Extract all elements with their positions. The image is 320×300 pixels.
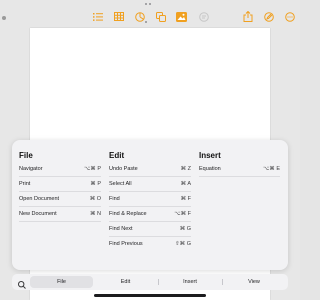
shortcut-label: New Document bbox=[19, 211, 57, 217]
insert-column: Insert Equation ⌥⌘ E bbox=[199, 150, 280, 177]
shortcut-row[interactable]: Select All ⌘ A bbox=[109, 177, 191, 192]
shortcut-keys: ⌥⌘ E bbox=[262, 166, 280, 172]
shortcut-keys: ⇧⌘ G bbox=[175, 241, 191, 247]
edit-column: Edit Undo Paste ⌘ Z Select All ⌘ A Find ⌘ F… bbox=[109, 150, 191, 252]
shortcut-row[interactable]: Find ⌘ F bbox=[109, 192, 191, 207]
shortcut-label: Navigator bbox=[19, 166, 43, 172]
tab-edit[interactable]: Edit bbox=[94, 276, 157, 288]
keyboard-shortcuts-panel: File Navigator ⌥⌘ P Print ⌘ P Open Documen… bbox=[12, 140, 288, 270]
shortcut-keys: ⌥⌘ P bbox=[83, 166, 101, 172]
shortcut-row[interactable]: Navigator ⌥⌘ P bbox=[19, 162, 101, 177]
shortcut-row[interactable]: Print ⌘ P bbox=[19, 177, 101, 192]
multitasking-grabber[interactable] bbox=[145, 3, 155, 23]
top-toolbar bbox=[0, 0, 300, 28]
pen-icon[interactable] bbox=[263, 11, 274, 22]
shortcut-keys: ⌘ P bbox=[90, 181, 101, 187]
shortcut-row[interactable]: Equation ⌥⌘ E bbox=[199, 162, 280, 177]
shortcut-keys: ⌘ O bbox=[89, 196, 101, 202]
shortcut-label: Print bbox=[19, 181, 31, 187]
column-title: Edit bbox=[109, 151, 125, 160]
shortcut-row[interactable]: Find Previous ⇧⌘ G bbox=[109, 237, 191, 252]
tab-view[interactable]: View bbox=[223, 276, 285, 288]
shortcut-keys: ⌘ Z bbox=[180, 166, 191, 172]
shortcut-label: Find Next bbox=[109, 226, 133, 232]
shortcut-label: Find & Replace bbox=[109, 211, 147, 217]
home-indicator[interactable] bbox=[94, 294, 206, 297]
table-icon[interactable] bbox=[113, 11, 124, 22]
more-icon[interactable] bbox=[284, 11, 295, 22]
shortcut-label: Equation bbox=[199, 166, 221, 172]
media-icon[interactable] bbox=[176, 11, 187, 22]
shortcut-keys: ⌘ G bbox=[179, 226, 191, 232]
shortcut-label: Undo Paste bbox=[109, 166, 138, 172]
shortcut-label: Find bbox=[109, 196, 120, 202]
list-icon[interactable] bbox=[92, 11, 103, 22]
shortcut-label: Open Document bbox=[19, 196, 60, 202]
shortcut-keys: ⌥⌘ F bbox=[174, 211, 191, 217]
comment-icon[interactable] bbox=[198, 11, 209, 22]
left-edge-dot bbox=[2, 16, 6, 20]
shortcut-label: Find Previous bbox=[109, 241, 143, 247]
shortcut-row[interactable]: Open Document ⌘ O bbox=[19, 192, 101, 207]
tab-insert[interactable]: Insert bbox=[159, 276, 221, 288]
share-icon[interactable] bbox=[242, 11, 253, 22]
shortcut-row[interactable]: Undo Paste ⌘ Z bbox=[109, 162, 191, 177]
chart-icon[interactable] bbox=[134, 11, 145, 22]
shapes-icon[interactable] bbox=[155, 11, 166, 22]
shortcut-keys: ⌘ N bbox=[90, 211, 101, 217]
shortcut-row[interactable]: Find Next ⌘ G bbox=[109, 222, 191, 237]
shortcut-keys: ⌘ A bbox=[180, 181, 191, 187]
column-title: Insert bbox=[199, 151, 221, 160]
tab-file[interactable]: File bbox=[30, 276, 93, 288]
shortcut-row[interactable]: New Document ⌘ N bbox=[19, 207, 101, 222]
shortcut-row[interactable]: Find & Replace ⌥⌘ F bbox=[109, 207, 191, 222]
shortcut-keys: ⌘ F bbox=[180, 196, 191, 202]
shortcut-label: Select All bbox=[109, 181, 132, 187]
file-column: File Navigator ⌥⌘ P Print ⌘ P Open Documen… bbox=[19, 150, 101, 222]
shortcut-category-tabbar: File Edit Insert View bbox=[12, 274, 288, 290]
search-icon[interactable] bbox=[17, 277, 27, 289]
column-title: File bbox=[19, 151, 33, 160]
app-screen: File Navigator ⌥⌘ P Print ⌘ P Open Documen… bbox=[0, 0, 300, 300]
